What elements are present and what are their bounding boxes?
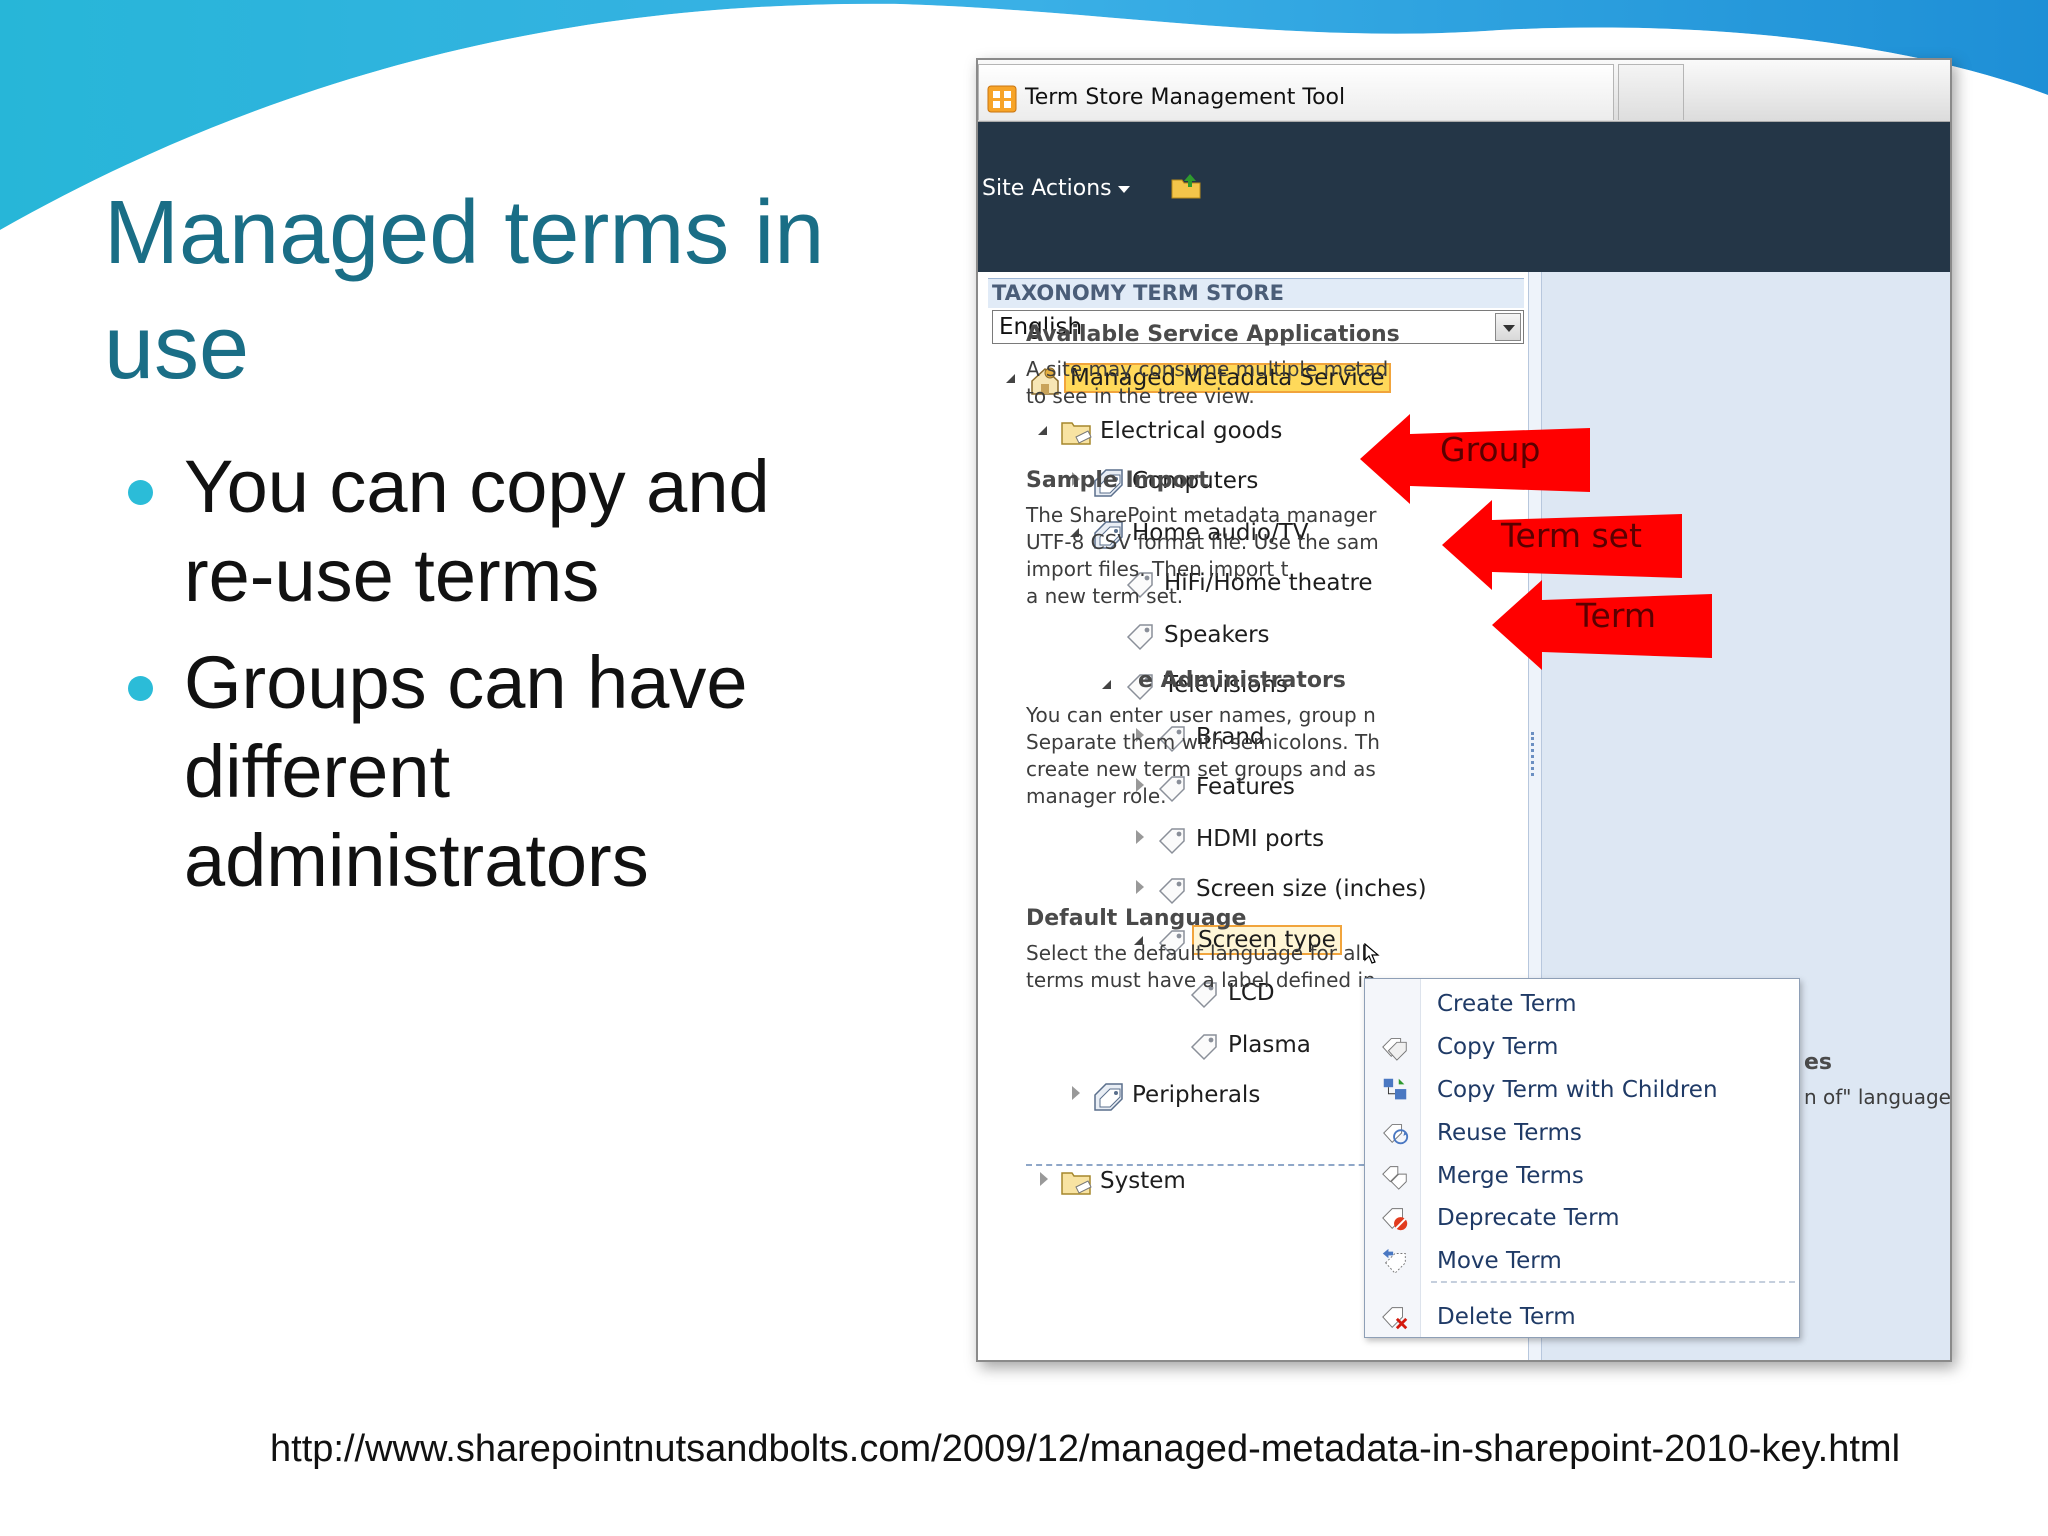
folder-up-icon[interactable]: [1170, 172, 1202, 200]
term-tag-icon: [1158, 878, 1185, 905]
source-url[interactable]: http://www.sharepointnutsandbolts.com/20…: [270, 1428, 1900, 1471]
taxonomy-header: TAXONOMY TERM STORE: [988, 278, 1524, 308]
import-text: The SharePoint metadata manager UTF-8 CS…: [1026, 503, 1379, 608]
slide-title: Managed terms in use: [104, 183, 825, 398]
create-term-icon: [1379, 989, 1411, 1019]
context-menu-label[interactable]: Deprecate Term: [1437, 1205, 1620, 1231]
deprecate-term-icon: [1382, 1208, 1408, 1231]
tree-node[interactable]: Screen size (inches): [1134, 870, 1526, 908]
admins-heading: e Administrators: [1138, 668, 1346, 693]
site-actions-menu[interactable]: Site Actions: [982, 176, 1112, 201]
dropdown-arrow-icon[interactable]: [1495, 313, 1521, 341]
tree-node[interactable]: HDMI ports: [1134, 820, 1526, 858]
partial-heading: es: [1804, 1050, 1833, 1075]
delete-term-icon: [1382, 1307, 1408, 1330]
context-menu-label[interactable]: Reuse Terms: [1437, 1120, 1582, 1146]
group-callout-label: Group: [1440, 430, 1541, 469]
language-text: Select the default language for all term…: [1026, 941, 1376, 992]
chevron-down-icon[interactable]: [1118, 186, 1130, 193]
tree-node-label[interactable]: System: [1100, 1168, 1186, 1194]
reuse-terms-icon: [1383, 1124, 1409, 1145]
copy-children-icon: [1383, 1078, 1407, 1100]
collapse-arrow-icon[interactable]: [1102, 680, 1111, 689]
term-store-icon: [987, 85, 1017, 113]
bullet-item: You can copy and re-use terms: [128, 442, 848, 620]
tree-node-label[interactable]: Screen size (inches): [1196, 876, 1427, 902]
term-tag-icon: [1158, 828, 1185, 855]
copy-term-icon: [1382, 1038, 1407, 1061]
mouse-cursor-icon: [1364, 943, 1380, 964]
context-menu-item[interactable]: Move Term: [1365, 1240, 1799, 1282]
collapse-arrow-icon[interactable]: [1038, 426, 1047, 435]
move-term-icon: [1382, 1248, 1406, 1274]
term-set-icon: [1094, 1083, 1123, 1111]
expand-arrow-icon[interactable]: [1072, 1086, 1080, 1100]
tree-node[interactable]: Speakers: [1102, 616, 1526, 654]
available-heading: Available Service Applications: [1026, 322, 1400, 347]
splitter-grip-icon[interactable]: [1531, 732, 1537, 776]
tree-node-label[interactable]: Electrical goods: [1100, 418, 1282, 444]
context-menu-label[interactable]: Copy Term: [1437, 1034, 1558, 1060]
group-folder-icon: [1061, 422, 1092, 445]
expand-arrow-icon[interactable]: [1040, 1172, 1048, 1186]
language-heading: Default Language: [1026, 906, 1247, 931]
window-title: Term Store Management Tool: [1025, 85, 1346, 110]
tree-node-label[interactable]: HDMI ports: [1196, 826, 1324, 852]
expand-arrow-icon[interactable]: [1136, 880, 1144, 894]
bullet-list: You can copy and re-use terms Groups can…: [128, 442, 848, 923]
bullet-dot-icon: [128, 480, 153, 505]
partial-text: n of" language: [1804, 1085, 1951, 1109]
term-context-menu: Create Term Copy Term Copy Term with Child…: [1364, 978, 1800, 1338]
tree-node-label[interactable]: Plasma: [1228, 1032, 1311, 1058]
group-folder-icon: [1061, 1172, 1092, 1195]
bullet-dot-icon: [128, 676, 153, 701]
context-menu-item[interactable]: Create Term: [1365, 983, 1799, 1025]
context-menu-label[interactable]: Copy Term with Children: [1437, 1077, 1718, 1103]
import-heading: Sample Import: [1026, 468, 1209, 493]
term-set-callout-label: Term set: [1501, 516, 1642, 555]
term-tag-icon: [1190, 1034, 1217, 1061]
merge-terms-icon: [1382, 1166, 1407, 1190]
term-callout-label: Term: [1576, 596, 1656, 635]
admins-text: You can enter user names, group n Separa…: [1026, 703, 1380, 808]
context-menu-label[interactable]: Move Term: [1437, 1248, 1562, 1274]
context-menu-item[interactable]: Merge Terms: [1365, 1155, 1799, 1197]
bullet-text: Groups can have different administrators: [184, 641, 748, 902]
context-menu-item[interactable]: Copy Term with Children: [1365, 1069, 1799, 1111]
context-menu-item[interactable]: Delete Term: [1365, 1296, 1799, 1338]
browser-tab[interactable]: Term Store Management Tool: [978, 64, 1614, 120]
context-menu-label[interactable]: Delete Term: [1437, 1304, 1576, 1330]
expand-arrow-icon[interactable]: [1136, 830, 1144, 844]
term-store-screenshot: Term Store Management Tool Site Actions …: [976, 58, 1952, 1362]
collapse-arrow-icon[interactable]: [1006, 374, 1015, 383]
ribbon-bar: [978, 122, 1950, 272]
context-menu-item[interactable]: Copy Term: [1365, 1026, 1799, 1068]
menu-separator: [1431, 1281, 1795, 1283]
bullet-item: Groups can have different administrators: [128, 638, 848, 905]
available-text: A site may consume multiple metad to see…: [1026, 357, 1389, 408]
context-menu-item[interactable]: Deprecate Term: [1365, 1197, 1799, 1239]
term-tag-icon: [1126, 624, 1153, 651]
bullet-text: You can copy and re-use terms: [184, 445, 770, 617]
context-menu-item[interactable]: Reuse Terms: [1365, 1112, 1799, 1154]
context-menu-label[interactable]: Merge Terms: [1437, 1163, 1584, 1189]
new-tab-button[interactable]: [1618, 64, 1684, 120]
tree-node-label[interactable]: Peripherals: [1132, 1082, 1260, 1108]
browser-tab-bar: Term Store Management Tool: [978, 60, 1950, 122]
context-menu-label[interactable]: Create Term: [1437, 991, 1576, 1017]
tree-node-label[interactable]: Speakers: [1164, 622, 1270, 648]
